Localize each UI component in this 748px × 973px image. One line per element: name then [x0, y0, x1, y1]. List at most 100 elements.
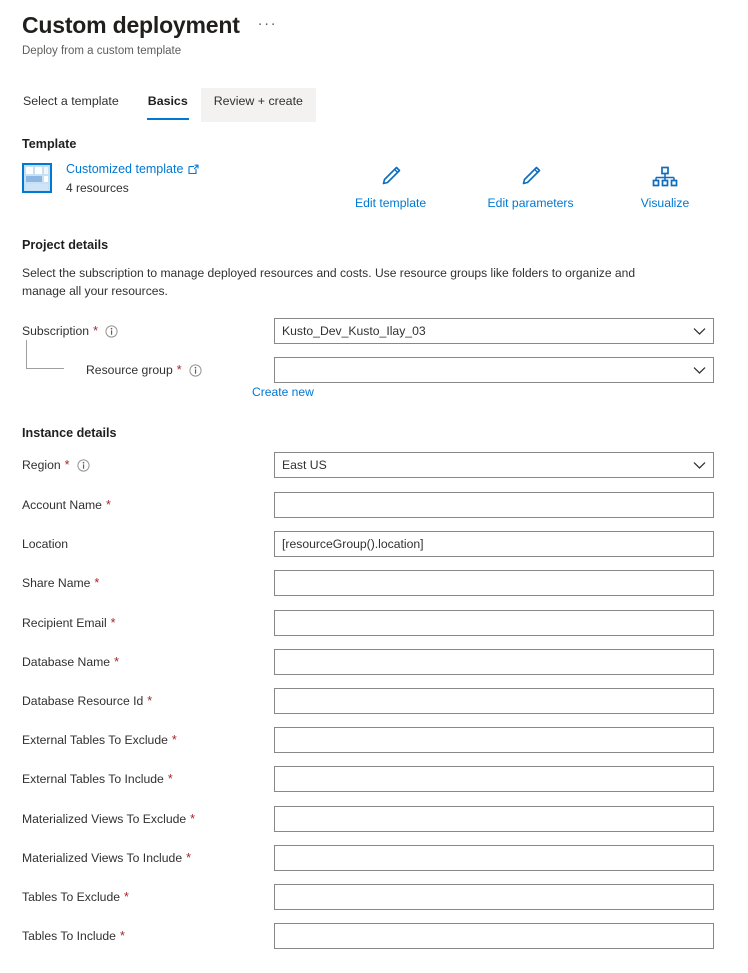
field-materialized-views-to-include: Materialized Views To Include *: [22, 844, 718, 873]
field-external-tables-to-exclude: External Tables To Exclude *: [22, 727, 718, 755]
field-account-name: Account Name *: [22, 492, 718, 520]
materialized-views-to-include-label-text: Materialized Views To Include: [22, 850, 183, 865]
required-asterisk: *: [176, 363, 182, 377]
required-asterisk: *: [93, 324, 98, 338]
tab-select-a-template[interactable]: Select a template: [22, 88, 135, 122]
external-tables-to-exclude-label: External Tables To Exclude *: [22, 732, 177, 749]
subscription-label: Subscription *: [22, 323, 118, 340]
share-name-label: Share Name *: [22, 575, 99, 592]
required-asterisk: *: [119, 929, 125, 944]
field-share-name: Share Name *: [22, 570, 718, 598]
create-new-resource-group-link[interactable]: Create new: [252, 384, 314, 400]
page-subtitle: Deploy from a custom template: [22, 45, 182, 57]
materialized-views-to-exclude-label-text: Materialized Views To Exclude: [22, 811, 187, 826]
materialized-views-to-exclude-input[interactable]: [274, 805, 714, 832]
tables-to-exclude-label-text: Tables To Exclude: [22, 890, 121, 904]
required-asterisk: *: [171, 733, 177, 748]
chevron-down-icon: [693, 366, 706, 375]
template-resource-count: 4 resources: [66, 181, 129, 195]
info-icon[interactable]: [76, 459, 90, 472]
required-asterisk: *: [167, 772, 173, 787]
tables-to-exclude-input[interactable]: [274, 884, 714, 910]
external-tables-to-include-input[interactable]: [274, 766, 714, 793]
more-options-button[interactable]: ···: [258, 16, 278, 31]
tables-to-exclude-label: Tables To Exclude *: [22, 889, 129, 906]
field-subscription: Subscription * Kusto_Dev_Kusto_Ilay_03: [22, 318, 718, 346]
template-section-heading: Template: [22, 137, 77, 151]
info-icon[interactable]: [188, 364, 202, 377]
location-label: Location: [22, 536, 68, 553]
required-asterisk: *: [124, 890, 129, 904]
account-name-input[interactable]: [274, 492, 714, 518]
account-name-label: Account Name *: [22, 497, 111, 514]
field-tables-to-include: Tables To Include *: [22, 923, 718, 951]
subscription-value: Kusto_Dev_Kusto_Ilay_03: [282, 324, 426, 338]
info-icon[interactable]: [105, 325, 118, 338]
database-name-label-text: Database Name: [22, 654, 111, 669]
field-external-tables-to-include: External Tables To Include *: [22, 766, 718, 794]
edit-template-label: Edit template: [355, 196, 427, 210]
field-region: Region * East US: [22, 452, 718, 480]
recipient-email-input[interactable]: [274, 609, 714, 636]
region-dropdown[interactable]: East US: [274, 452, 714, 478]
location-label-text: Location: [22, 537, 69, 552]
template-grid-icon: [22, 162, 52, 194]
location-input[interactable]: [resourceGroup().location]: [274, 531, 714, 558]
location-value: [resourceGroup().location]: [282, 537, 424, 552]
required-asterisk: *: [147, 694, 153, 708]
materialized-views-to-include-label: Materialized Views To Include *: [22, 850, 191, 867]
page-title-row: Custom deployment ···: [22, 10, 748, 40]
required-asterisk: *: [190, 811, 196, 826]
visualize-button[interactable]: Visualize: [635, 163, 695, 211]
share-name-input[interactable]: [274, 570, 714, 597]
resource-group-dropdown[interactable]: [274, 357, 714, 383]
resource-group-label-text: Resource group: [86, 363, 173, 377]
visualize-label: Visualize: [640, 196, 690, 210]
field-resource-group: Resource group *: [22, 357, 718, 385]
instance-details-heading: Instance details: [22, 426, 117, 440]
edit-parameters-button[interactable]: Edit parameters: [488, 163, 574, 211]
customized-template-label: Customized template: [66, 162, 184, 176]
external-tables-to-include-label: External Tables To Include *: [22, 771, 173, 788]
field-location: Location [resourceGroup().location]: [22, 531, 718, 559]
subscription-label-text: Subscription: [22, 324, 90, 338]
recipient-email-label-text: Recipient Email: [22, 615, 107, 630]
field-database-resource-id: Database Resource Id *: [22, 688, 718, 716]
project-details-description: Select the subscription to manage deploy…: [22, 266, 636, 298]
database-name-input[interactable]: [274, 648, 714, 675]
share-name-label-text: Share Name: [22, 576, 91, 591]
edit-parameters-label: Edit parameters: [487, 196, 574, 210]
tables-to-include-label: Tables To Include *: [22, 928, 125, 945]
recipient-email-label: Recipient Email *: [22, 615, 116, 632]
pencil-icon: [519, 163, 543, 191]
template-summary: Customized template 4 resources: [22, 160, 199, 196]
external-tables-to-exclude-label-text: External Tables To Exclude: [22, 733, 168, 748]
page-title: Custom deployment: [22, 12, 240, 38]
database-resource-id-input[interactable]: [274, 688, 714, 714]
database-resource-id-label-text: Database Resource Id: [22, 694, 144, 708]
required-asterisk: *: [110, 615, 116, 630]
region-label-text: Region: [22, 458, 61, 472]
required-asterisk: *: [186, 850, 191, 865]
field-recipient-email: Recipient Email *: [22, 609, 718, 638]
materialized-views-to-include-input[interactable]: [274, 844, 714, 871]
external-tables-to-include-label-text: External Tables To Include: [22, 772, 164, 787]
required-asterisk: *: [114, 654, 119, 669]
page-header: Custom deployment ··· Deploy from a cust…: [22, 10, 748, 59]
database-name-label: Database Name *: [22, 654, 119, 671]
edit-template-button[interactable]: Edit template: [355, 163, 426, 211]
required-asterisk: *: [105, 498, 111, 512]
customized-template-link[interactable]: Customized template: [66, 161, 199, 178]
tab-bar: Select a template Basics Review + create: [22, 88, 316, 122]
external-link-icon: [188, 164, 199, 175]
field-tables-to-exclude: Tables To Exclude *: [22, 884, 718, 912]
template-info: Customized template 4 resources: [66, 160, 199, 196]
subscription-dropdown[interactable]: Kusto_Dev_Kusto_Ilay_03: [274, 318, 714, 344]
region-value: East US: [282, 458, 327, 472]
materialized-views-to-exclude-label: Materialized Views To Exclude *: [22, 811, 195, 828]
external-tables-to-exclude-input[interactable]: [274, 727, 714, 754]
tables-to-include-input[interactable]: [274, 923, 714, 950]
tab-basics[interactable]: Basics: [135, 88, 201, 122]
project-details-heading: Project details: [22, 238, 109, 252]
tab-review-create[interactable]: Review + create: [200, 88, 316, 122]
